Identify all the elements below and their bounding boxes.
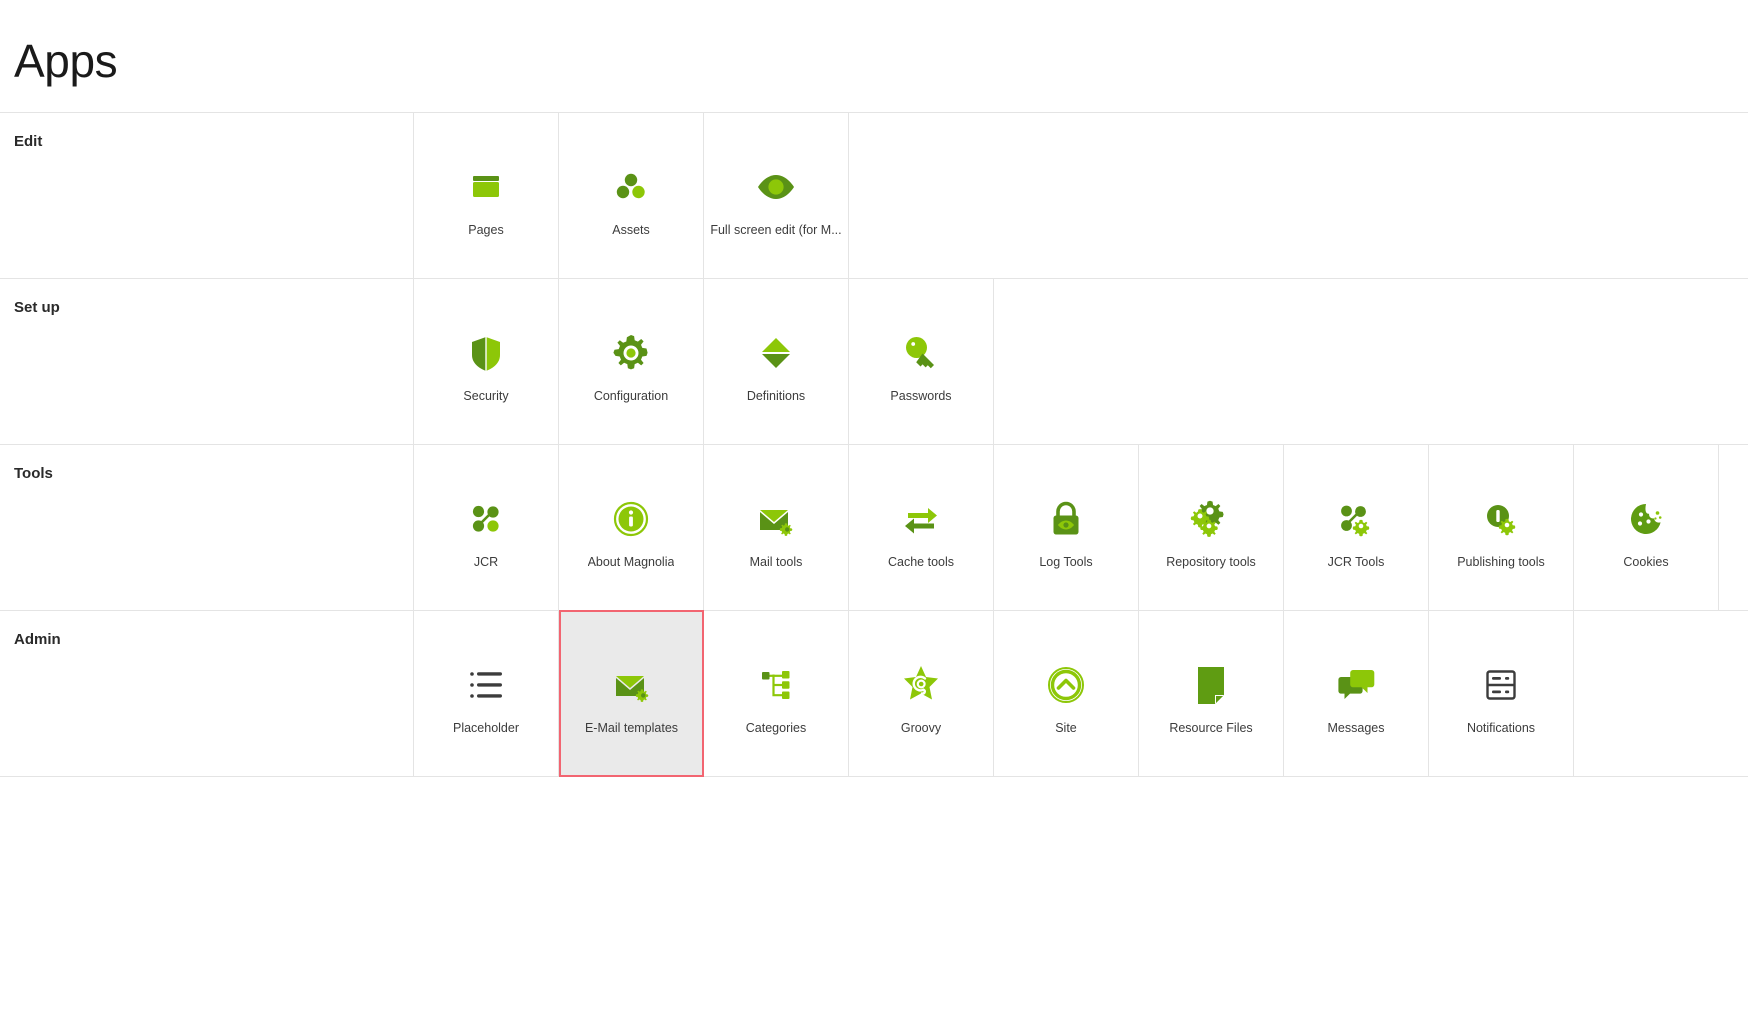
node-graph-gear-icon <box>1334 497 1378 541</box>
app-tile-label: Messages <box>1327 721 1385 735</box>
app-tile-label: Categories <box>745 721 807 735</box>
app-group-row: Admin Placeholder E-Mail templates Categ… <box>0 610 1748 777</box>
page-header: Apps <box>0 0 1748 113</box>
app-tile-label: Repository tools <box>1166 555 1256 569</box>
chevron-circle-up-icon <box>1044 663 1088 707</box>
app-group-row: Set up Security Configuration Definition… <box>0 279 1748 445</box>
app-tile-label: JCR Tools <box>1327 555 1385 569</box>
multi-gear-icon <box>1189 497 1233 541</box>
app-tiles-empty-space <box>1719 445 1748 610</box>
page-title: Apps <box>14 35 118 87</box>
app-group-label-cell: Tools <box>0 445 414 610</box>
app-tile[interactable]: Messages <box>1284 611 1429 776</box>
app-tile[interactable]: Cache tools <box>849 445 994 610</box>
key-icon <box>899 331 943 375</box>
app-group-row: Edit Pages Assets Full screen edit (for … <box>0 113 1748 279</box>
groovy-star-icon <box>899 663 943 707</box>
app-tile[interactable]: Cookies <box>1574 445 1719 610</box>
app-tile-label: About Magnolia <box>587 555 675 569</box>
mail-gear-icon <box>754 497 798 541</box>
shield-icon <box>464 331 508 375</box>
app-tile[interactable]: Assets <box>559 113 704 278</box>
app-tile-label: Placeholder <box>452 721 519 735</box>
app-tiles-empty-space <box>994 279 1748 444</box>
app-tile-label: Notifications <box>1466 721 1536 735</box>
app-tile[interactable]: E-Mail templates <box>559 610 704 777</box>
app-tile[interactable]: Categories <box>704 611 849 776</box>
gear-icon <box>609 331 653 375</box>
app-tiles: JCR About Magnolia Mail tools Cache tool… <box>414 445 1748 610</box>
app-tile-label: Cookies <box>1623 555 1669 569</box>
app-tiles-empty-space <box>1574 611 1748 776</box>
speech-bubbles-icon <box>1334 663 1378 707</box>
app-tile-label: Pages <box>468 223 504 237</box>
app-tile[interactable]: Resource Files <box>1139 611 1284 776</box>
app-tile-label: Assets <box>612 223 650 237</box>
app-tile-label: Publishing tools <box>1457 555 1545 569</box>
app-tiles: Pages Assets Full screen edit (for M... <box>414 113 1748 278</box>
app-tile[interactable]: Log Tools <box>994 445 1139 610</box>
app-group-row: Tools JCR About Magnolia Mail tools Cach… <box>0 445 1748 611</box>
app-tile-label: Groovy <box>900 721 942 735</box>
node-graph-icon <box>464 497 508 541</box>
app-tile[interactable]: JCR <box>414 445 559 610</box>
app-tile[interactable]: Configuration <box>559 279 704 444</box>
cookie-icon <box>1624 497 1668 541</box>
app-tile-label: JCR <box>473 555 499 569</box>
app-tile[interactable]: JCR Tools <box>1284 445 1429 610</box>
app-tiles-empty-space <box>849 113 1748 278</box>
app-tile[interactable]: Security <box>414 279 559 444</box>
app-tile[interactable]: Site <box>994 611 1139 776</box>
diamond-icon <box>754 331 798 375</box>
app-tile[interactable]: Full screen edit (for M... <box>704 113 849 278</box>
app-group-label-cell: Set up <box>0 279 414 444</box>
app-tile[interactable]: Passwords <box>849 279 994 444</box>
app-tile[interactable]: Publishing tools <box>1429 445 1574 610</box>
app-tile[interactable]: Groovy <box>849 611 994 776</box>
app-tile-label: E-Mail templates <box>584 721 679 735</box>
mail-gear-icon <box>610 663 654 707</box>
app-group-label-cell: Edit <box>0 113 414 278</box>
app-tile-label: Configuration <box>593 389 669 403</box>
app-tiles: Placeholder E-Mail templates Categories … <box>414 610 1748 777</box>
app-tile-label: Full screen edit (for M... <box>710 223 842 237</box>
app-tile-label: Definitions <box>746 389 806 403</box>
app-tile[interactable]: Repository tools <box>1139 445 1284 610</box>
document-icon <box>1189 663 1233 707</box>
app-tile[interactable]: Definitions <box>704 279 849 444</box>
app-tile[interactable]: Pages <box>414 113 559 278</box>
app-group-label: Admin <box>14 631 61 648</box>
app-group-label: Tools <box>14 465 53 482</box>
app-tile-label: Cache tools <box>887 555 954 569</box>
assets-icon <box>609 165 653 209</box>
swap-arrows-icon <box>899 497 943 541</box>
list-icon <box>464 663 508 707</box>
app-tile-label: Site <box>1055 721 1077 735</box>
app-tile-label: Resource Files <box>1169 721 1253 735</box>
notifications-rack-icon <box>1479 663 1523 707</box>
app-tile-label: Passwords <box>890 389 952 403</box>
app-groups-container: Edit Pages Assets Full screen edit (for … <box>0 113 1748 777</box>
app-tile[interactable]: Placeholder <box>414 611 559 776</box>
app-tile[interactable]: About Magnolia <box>559 445 704 610</box>
app-tiles: Security Configuration Definitions Passw… <box>414 279 1748 444</box>
lock-eye-icon <box>1044 497 1088 541</box>
apps-launcher-page: Apps Edit Pages Assets Full screen edit … <box>0 0 1748 1024</box>
eye-icon <box>754 165 798 209</box>
app-group-label: Edit <box>14 133 43 150</box>
app-tile-label: Mail tools <box>749 555 803 569</box>
info-circle-icon <box>609 497 653 541</box>
app-tile[interactable]: Mail tools <box>704 445 849 610</box>
app-tile[interactable]: Notifications <box>1429 611 1574 776</box>
app-tile-label: Security <box>463 389 509 403</box>
app-group-label: Set up <box>14 299 60 316</box>
tree-icon <box>754 663 798 707</box>
app-tile-label: Log Tools <box>1039 555 1093 569</box>
pages-icon <box>464 165 508 209</box>
publish-gear-icon <box>1479 497 1523 541</box>
app-group-label-cell: Admin <box>0 611 414 776</box>
